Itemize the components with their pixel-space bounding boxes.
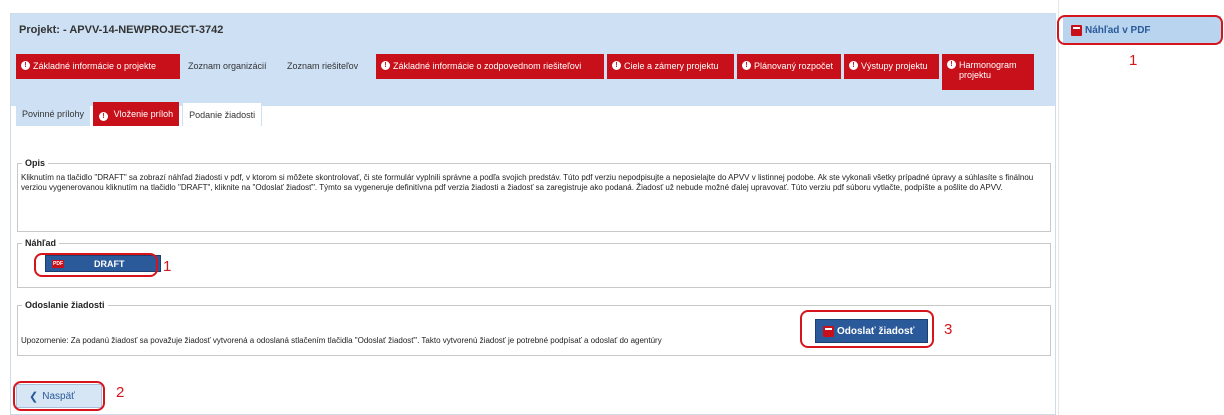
send-label: Odoslať žiadosť	[837, 325, 915, 337]
warning-icon: !	[742, 61, 751, 70]
annotation-number-2: 2	[116, 384, 125, 401]
opis-text: Kliknutím na tlačidlo "DRAFT" sa zobrazí…	[21, 173, 1034, 192]
sub-tab-bar: Povinné prílohy ! Vloženie príloh Podani…	[16, 102, 263, 126]
warning-icon: !	[381, 61, 390, 70]
back-label: Naspäť	[42, 390, 75, 402]
draft-button[interactable]: PDF DRAFT	[45, 255, 161, 272]
annotation-number-1: 1	[1129, 52, 1138, 69]
tab-zoznam-organizacii[interactable]: Zoznam organizácií	[183, 54, 279, 79]
project-header: Projekt: - APVV-14-NEWPROJECT-3742 ! Zák…	[11, 14, 1055, 126]
pdf-preview-label: Náhľad v PDF	[1085, 24, 1151, 36]
opis-legend: Opis	[22, 158, 49, 168]
project-title: Projekt: - APVV-14-NEWPROJECT-3742	[19, 24, 224, 36]
odoslanie-warning-text: Upozornenie: Za podanú žiadosť sa považu…	[21, 336, 662, 345]
nahlad-section: Náhľad PDF DRAFT	[17, 238, 1051, 288]
tab-povinne-prilohy[interactable]: Povinné prílohy	[16, 102, 91, 126]
pdf-icon	[1071, 24, 1082, 36]
nahlad-legend: Náhľad	[22, 238, 59, 248]
tab-harmonogram-projektu[interactable]: ! Harmonogram projektu	[942, 54, 1034, 90]
pdf-icon: PDF	[52, 259, 64, 268]
tab-zoznam-riesitelov[interactable]: Zoznam riešiteľov	[282, 54, 373, 79]
tab-zakladne-informacie[interactable]: ! Základné informácie o projekte	[16, 54, 180, 79]
opis-section: Opis Kliknutím na tlačidlo "DRAFT" sa zo…	[17, 158, 1051, 232]
pdf-preview-button[interactable]: Náhľad v PDF	[1063, 16, 1221, 44]
warning-icon: !	[849, 61, 858, 70]
tab-planovany-rozpocet[interactable]: ! Plánovaný rozpočet	[737, 54, 841, 79]
tab-vystupy-projektu[interactable]: ! Výstupy projektu	[844, 54, 939, 79]
warning-icon: !	[612, 61, 621, 70]
draft-label: DRAFT	[94, 259, 125, 269]
send-application-button[interactable]: Odoslať žiadosť	[815, 319, 928, 343]
tab-vlozenie-priloh[interactable]: ! Vloženie príloh	[93, 102, 180, 126]
warning-icon: !	[21, 61, 30, 70]
warning-icon: !	[99, 112, 109, 121]
main-panel: Projekt: - APVV-14-NEWPROJECT-3742 ! Zák…	[10, 13, 1056, 415]
tab-podanie-ziadosti[interactable]: Podanie žiadosti	[182, 102, 263, 126]
tab-ciele-a-zamery[interactable]: ! Ciele a zámery projektu	[607, 54, 734, 79]
warning-icon: !	[947, 60, 956, 69]
tab-zodpovedny-riesitel[interactable]: ! Základné informácie o zodpovednom rieš…	[376, 54, 604, 79]
back-button[interactable]: ❮ Naspäť	[16, 384, 102, 408]
annotation-number-3: 3	[944, 321, 953, 338]
right-sidebar: Náhľad v PDF	[1058, 0, 1224, 415]
annotation-number-1: 1	[163, 258, 172, 275]
odoslanie-legend: Odoslanie žiadosti	[22, 300, 108, 310]
chevron-left-icon: ❮	[29, 390, 39, 403]
pdf-icon	[823, 325, 834, 337]
main-tab-bar: ! Základné informácie o projekte Zoznam …	[16, 54, 1034, 90]
odoslanie-section: Odoslanie žiadosti Upozornenie: Za podan…	[17, 300, 1051, 356]
